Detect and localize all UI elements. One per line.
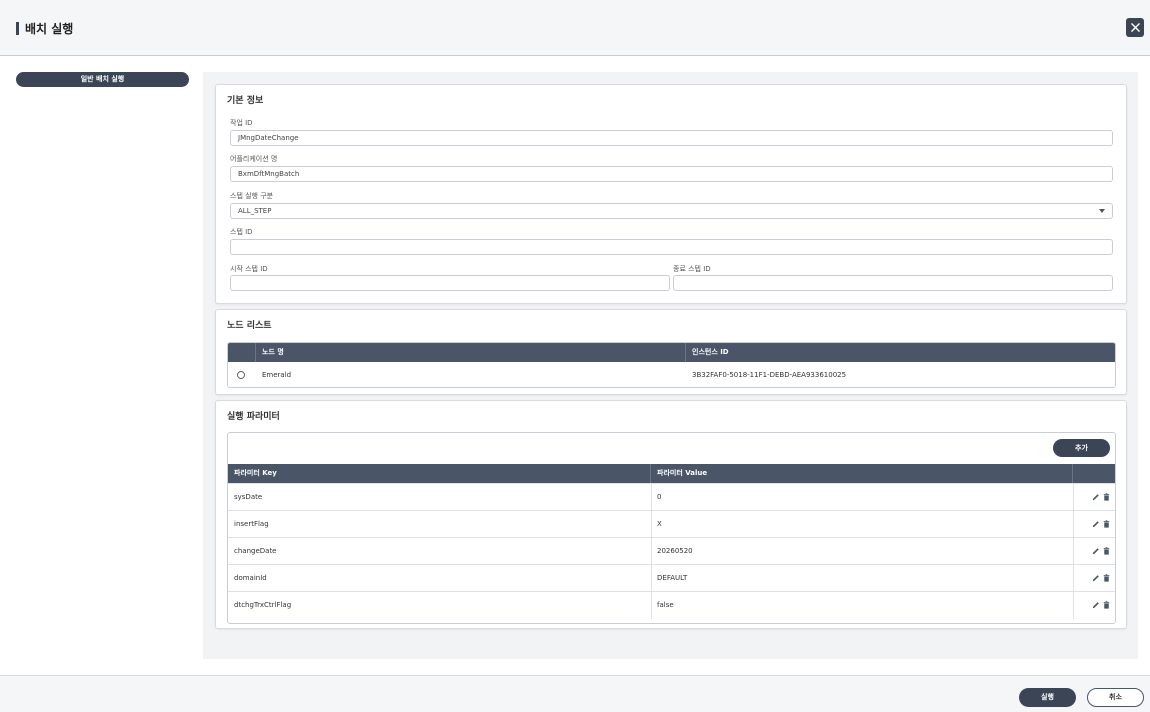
job-id-field[interactable]: JMngDateChange bbox=[230, 130, 1113, 146]
column-divider bbox=[1073, 484, 1074, 511]
param-row: domainId DEFAULT bbox=[228, 564, 1115, 592]
delete-button[interactable] bbox=[1102, 601, 1110, 609]
edit-button[interactable] bbox=[1092, 520, 1100, 528]
node-list-title: 노드 리스트 bbox=[227, 321, 272, 331]
column-divider bbox=[1073, 592, 1074, 619]
close-button[interactable] bbox=[1126, 18, 1144, 37]
main-content: 기본 정보 작업 ID JMngDateChange 어플리케이션 명 BxmD… bbox=[203, 72, 1138, 659]
instance-id-cell: 3B32FAF0-5018-11F1-DEBD-AEA933610025 bbox=[692, 371, 847, 379]
pencil-icon bbox=[1092, 521, 1099, 528]
job-id-label: 작업 ID bbox=[230, 119, 253, 127]
pencil-icon bbox=[1092, 548, 1099, 555]
instance-id-header: 인스턴스 ID bbox=[686, 343, 1115, 362]
delete-button[interactable] bbox=[1102, 547, 1110, 555]
exec-params-title: 실행 파라미터 bbox=[227, 412, 280, 422]
param-key-cell: insertFlag bbox=[234, 520, 269, 528]
step-id-label: 스텝 ID bbox=[230, 228, 253, 236]
app-name-label: 어플리케이션 명 bbox=[230, 155, 278, 163]
param-row: insertFlag X bbox=[228, 510, 1115, 538]
delete-button[interactable] bbox=[1102, 520, 1110, 528]
modal-footer: 실행 취소 bbox=[0, 675, 1150, 712]
add-param-button[interactable]: 추가 bbox=[1053, 439, 1110, 457]
close-icon bbox=[1130, 23, 1140, 32]
run-button[interactable]: 실행 bbox=[1019, 688, 1076, 707]
step-exec-type-label: 스텝 실행 구분 bbox=[230, 192, 274, 200]
edit-button[interactable] bbox=[1092, 547, 1100, 555]
pencil-icon bbox=[1092, 575, 1099, 582]
step-exec-type-value: ALL_STEP bbox=[238, 207, 272, 215]
param-value-cell: 20260520 bbox=[657, 547, 693, 555]
trash-icon bbox=[1103, 601, 1109, 609]
end-step-id-label: 종료 스텝 ID bbox=[673, 265, 711, 273]
chevron-down-icon bbox=[1099, 209, 1105, 213]
trash-icon bbox=[1103, 547, 1109, 555]
param-key-cell: dtchgTrxCtrlFlag bbox=[234, 601, 292, 609]
app-name-field[interactable]: BxmDftMngBatch bbox=[230, 166, 1113, 182]
edit-button[interactable] bbox=[1092, 574, 1100, 582]
trash-icon bbox=[1103, 574, 1109, 582]
step-id-field[interactable] bbox=[230, 239, 1113, 255]
column-divider bbox=[1073, 511, 1074, 538]
param-key-header: 파라미터 Key bbox=[228, 464, 651, 483]
basic-info-card: 기본 정보 작업 ID JMngDateChange 어플리케이션 명 BxmD… bbox=[215, 84, 1127, 304]
page-title: 배치 실행 bbox=[25, 22, 74, 36]
column-divider bbox=[1073, 565, 1074, 592]
param-key-cell: domainId bbox=[234, 574, 267, 582]
nav-item-general-batch[interactable]: 일반 배치 실행 bbox=[16, 72, 189, 87]
node-radio[interactable] bbox=[237, 371, 245, 379]
node-name-header: 노드 명 bbox=[256, 343, 686, 362]
end-step-id-field[interactable] bbox=[673, 275, 1113, 291]
modal-header: 배치 실행 bbox=[0, 0, 1150, 56]
node-name-cell: Emerald bbox=[262, 371, 292, 379]
delete-button[interactable] bbox=[1102, 574, 1110, 582]
param-value-header: 파라미터 Value bbox=[651, 464, 1073, 483]
trash-icon bbox=[1103, 520, 1109, 528]
cancel-button[interactable]: 취소 bbox=[1087, 688, 1144, 707]
param-value-cell: 0 bbox=[657, 493, 662, 501]
param-row: changeDate 20260520 bbox=[228, 537, 1115, 565]
param-key-cell: sysDate bbox=[234, 493, 263, 501]
param-value-cell: false bbox=[657, 601, 674, 609]
exec-params-card: 실행 파라미터 추가 파라미터 Key 파라미터 Value sysDate 0 i… bbox=[215, 400, 1127, 629]
delete-button[interactable] bbox=[1102, 493, 1110, 501]
param-row: dtchgTrxCtrlFlag false bbox=[228, 591, 1115, 619]
column-divider bbox=[1073, 538, 1074, 565]
title-accent-bar bbox=[16, 22, 19, 35]
pencil-icon bbox=[1092, 602, 1099, 609]
basic-info-title: 기본 정보 bbox=[227, 96, 264, 106]
node-table-select-header bbox=[228, 343, 256, 362]
trash-icon bbox=[1103, 493, 1109, 501]
param-table: 추가 파라미터 Key 파라미터 Value sysDate 0 insertFla… bbox=[227, 432, 1116, 624]
param-value-cell: X bbox=[657, 520, 662, 528]
param-action-header bbox=[1073, 464, 1115, 483]
edit-button[interactable] bbox=[1092, 493, 1100, 501]
param-row: sysDate 0 bbox=[228, 483, 1115, 511]
edit-button[interactable] bbox=[1092, 601, 1100, 609]
step-exec-type-select[interactable]: ALL_STEP bbox=[230, 203, 1113, 219]
param-key-cell: changeDate bbox=[234, 547, 277, 555]
node-table: 노드 명 인스턴스 ID Emerald 3B32FAF0-5018-11F1-… bbox=[227, 342, 1116, 388]
start-step-id-field[interactable] bbox=[230, 275, 670, 291]
pencil-icon bbox=[1092, 494, 1099, 501]
node-list-card: 노드 리스트 노드 명 인스턴스 ID Emerald 3B32FAF0-501… bbox=[215, 309, 1127, 395]
start-step-id-label: 시작 스텝 ID bbox=[230, 265, 268, 273]
param-value-cell: DEFAULT bbox=[657, 574, 688, 582]
